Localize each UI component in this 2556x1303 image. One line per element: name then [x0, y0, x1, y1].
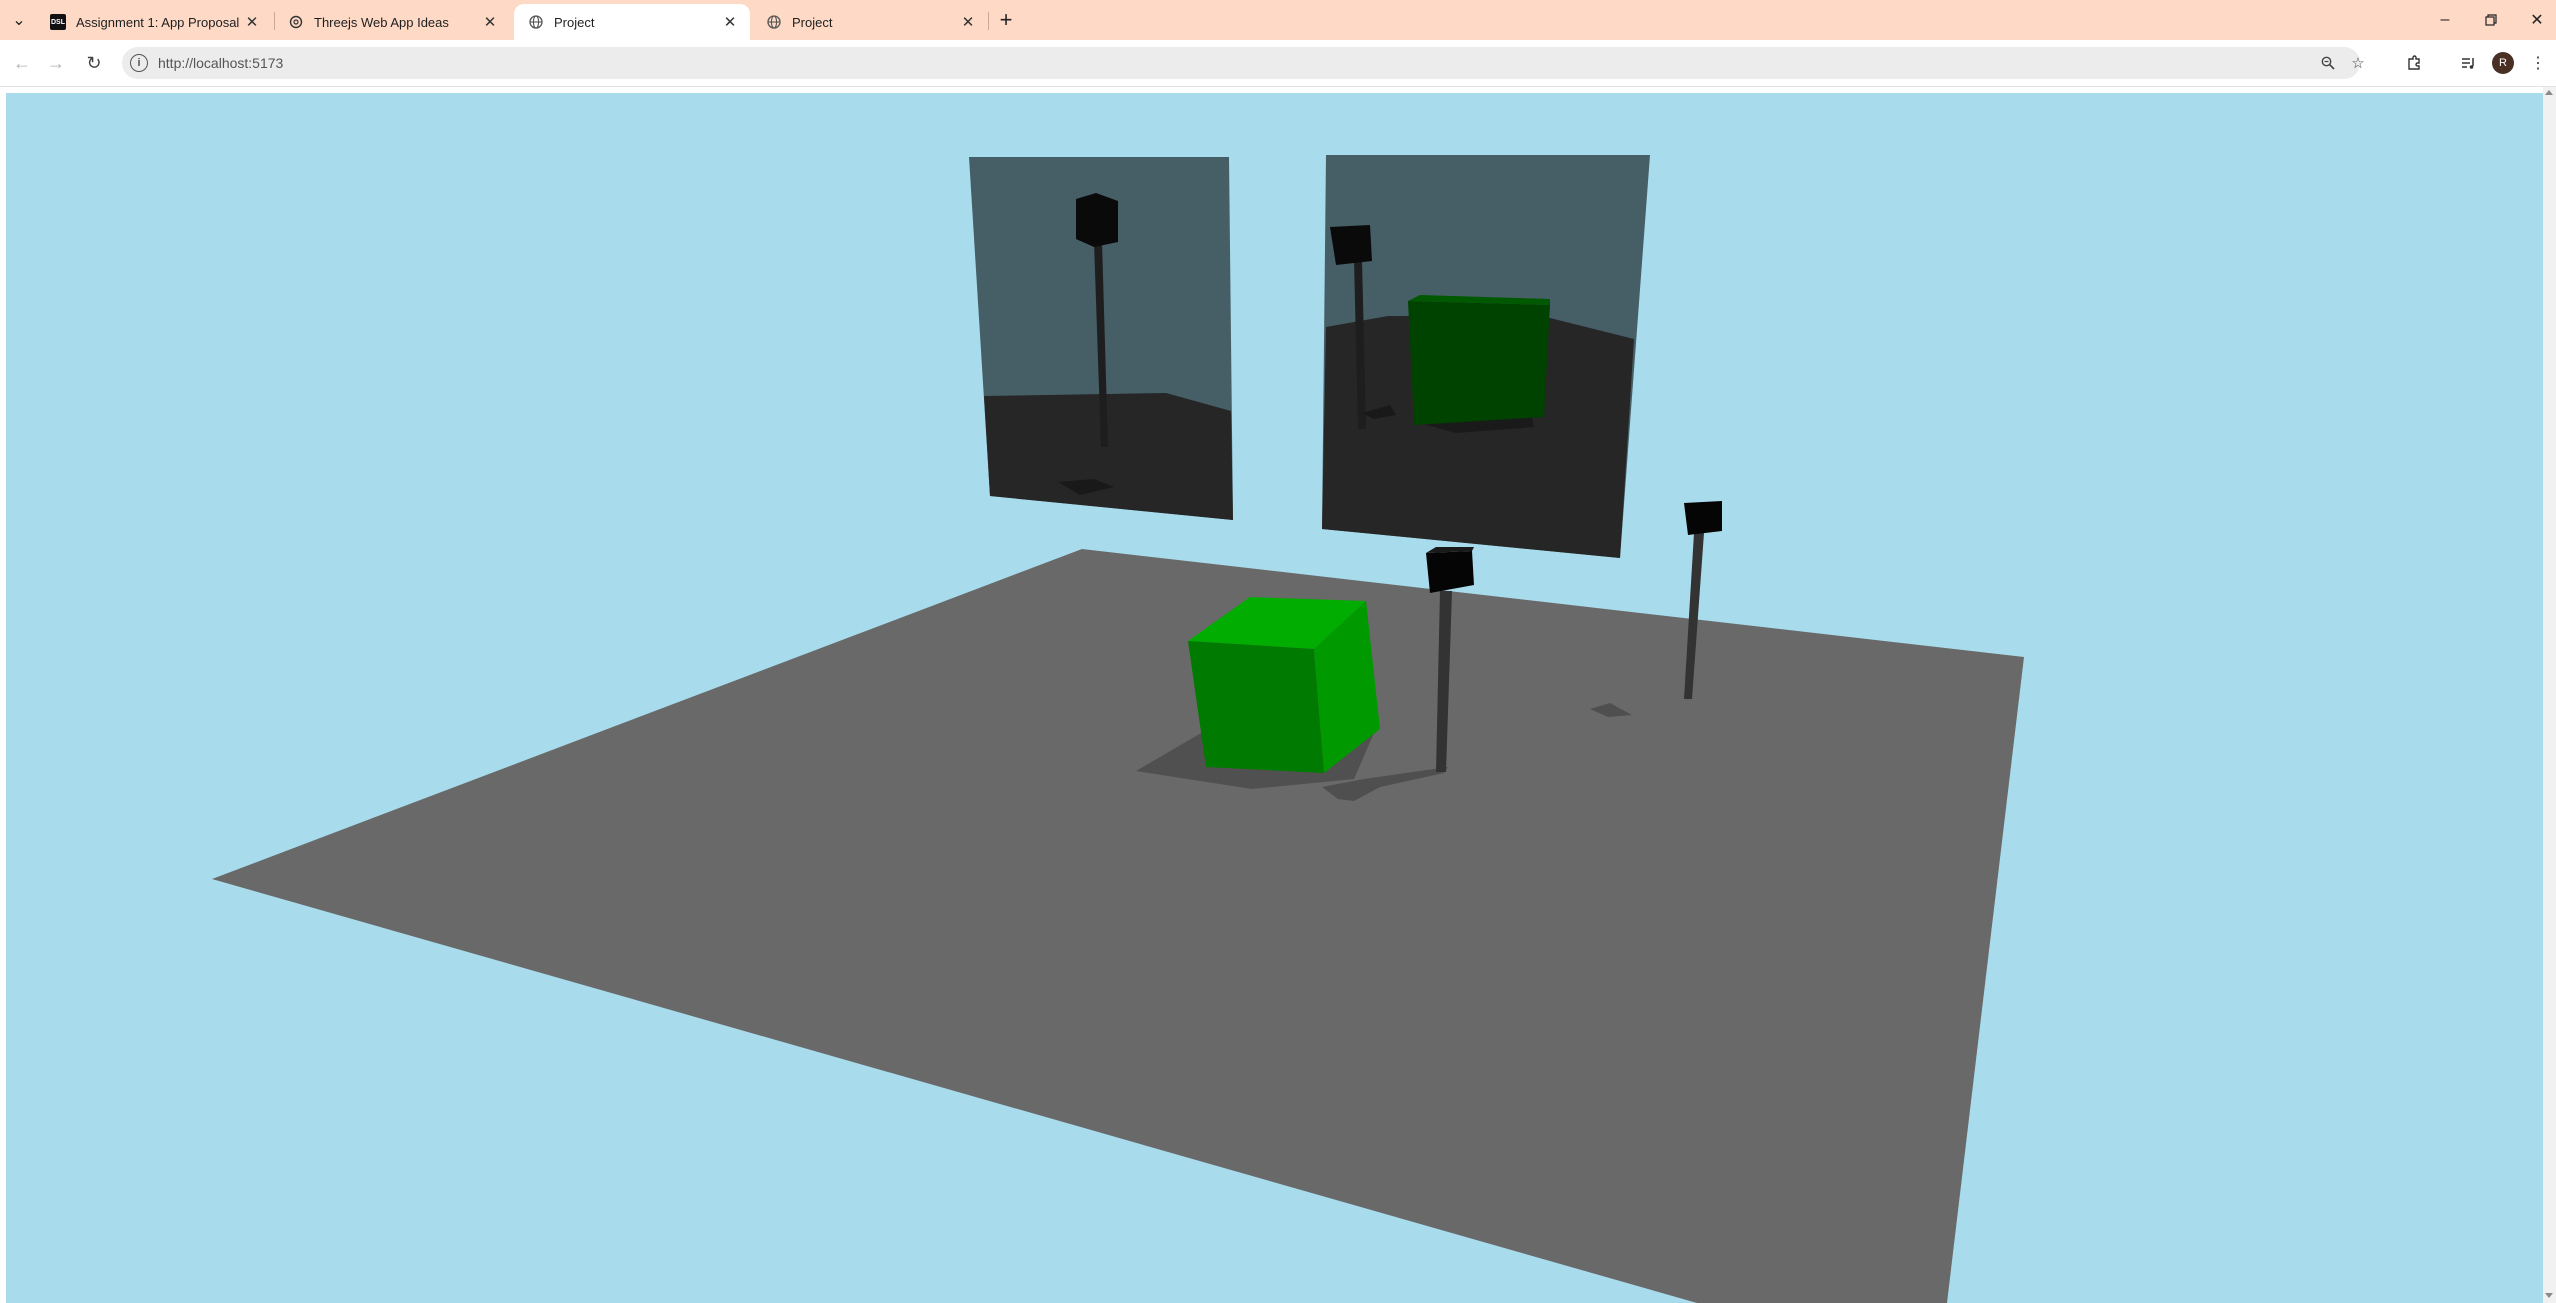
- tab-title: Assignment 1: App Proposal - I: [76, 14, 242, 30]
- right-camera-feed-screen[interactable]: [1322, 155, 1650, 558]
- forward-button[interactable]: →: [42, 49, 70, 77]
- dsl-logo-icon: DSL: [50, 14, 66, 30]
- new-tab-button[interactable]: +: [994, 7, 1018, 32]
- vertical-scrollbar[interactable]: [2543, 87, 2556, 1303]
- close-icon[interactable]: ✕: [958, 12, 978, 32]
- info-icon[interactable]: i: [130, 54, 148, 72]
- threejs-canvas[interactable]: [0, 87, 2543, 1303]
- reload-icon: ↻: [86, 52, 102, 73]
- screen-cube-front: [1408, 301, 1550, 425]
- minimize-button[interactable]: –: [2422, 4, 2468, 36]
- back-button[interactable]: ←: [8, 49, 36, 77]
- plus-icon: +: [999, 7, 1013, 32]
- tab-divider: [988, 12, 989, 30]
- media-controls-icon[interactable]: [2454, 49, 2482, 77]
- address-bar[interactable]: i http://localhost:5173 ☆: [122, 47, 2365, 79]
- profile-avatar[interactable]: R: [2492, 52, 2514, 74]
- scroll-up-arrow-icon[interactable]: [2545, 90, 2553, 95]
- close-icon[interactable]: ✕: [720, 12, 740, 32]
- screen-camera-head: [1330, 225, 1372, 265]
- tab-search-button[interactable]: ⌄: [6, 8, 32, 32]
- cube-front-face: [1188, 641, 1324, 773]
- browser-toolbar: ← → ↻ i http://localhost:5173 ☆ R ⋮: [0, 40, 2556, 87]
- camera-head: [1684, 501, 1722, 535]
- close-icon[interactable]: ✕: [480, 12, 500, 32]
- restore-icon: [2485, 14, 2497, 26]
- reload-button[interactable]: ↻: [80, 49, 108, 77]
- restore-button[interactable]: [2468, 4, 2514, 36]
- page-viewport: [0, 87, 2556, 1303]
- tab-strip: ⌄ DSL Assignment 1: App Proposal - I ✕ T…: [0, 0, 2556, 40]
- tab-assignment[interactable]: DSL Assignment 1: App Proposal - I ✕: [36, 4, 272, 40]
- tab-threejs-ideas[interactable]: Threejs Web App Ideas ✕: [274, 4, 510, 40]
- zoom-icon[interactable]: [2318, 53, 2338, 73]
- scroll-down-arrow-icon[interactable]: [2545, 1293, 2553, 1298]
- close-window-button[interactable]: ✕: [2514, 4, 2556, 36]
- green-cube[interactable]: [1188, 597, 1380, 773]
- minimize-icon: –: [2440, 11, 2450, 28]
- screen-camera-head: [1076, 193, 1118, 247]
- extensions-icon[interactable]: [2400, 49, 2428, 77]
- bookmark-star-icon[interactable]: ☆: [2348, 53, 2368, 73]
- globe-icon: [766, 14, 782, 30]
- close-icon: ✕: [2530, 12, 2544, 29]
- left-camera-feed-screen[interactable]: [969, 157, 1233, 520]
- url-text[interactable]: http://localhost:5173: [158, 55, 283, 71]
- openai-icon: [288, 14, 304, 30]
- tab-title: Project: [554, 14, 595, 30]
- chevron-down-icon: ⌄: [12, 12, 26, 29]
- globe-icon: [528, 14, 544, 30]
- arrow-right-icon: →: [47, 52, 65, 73]
- tab-project[interactable]: Project ✕: [752, 4, 988, 40]
- arrow-left-icon: ←: [13, 52, 31, 73]
- close-icon[interactable]: ✕: [242, 12, 262, 32]
- tab-project-active[interactable]: Project ✕: [514, 4, 750, 40]
- tab-title: Project: [792, 14, 833, 30]
- menu-kebab-icon[interactable]: ⋮: [2524, 49, 2552, 77]
- tab-title: Threejs Web App Ideas: [314, 14, 449, 30]
